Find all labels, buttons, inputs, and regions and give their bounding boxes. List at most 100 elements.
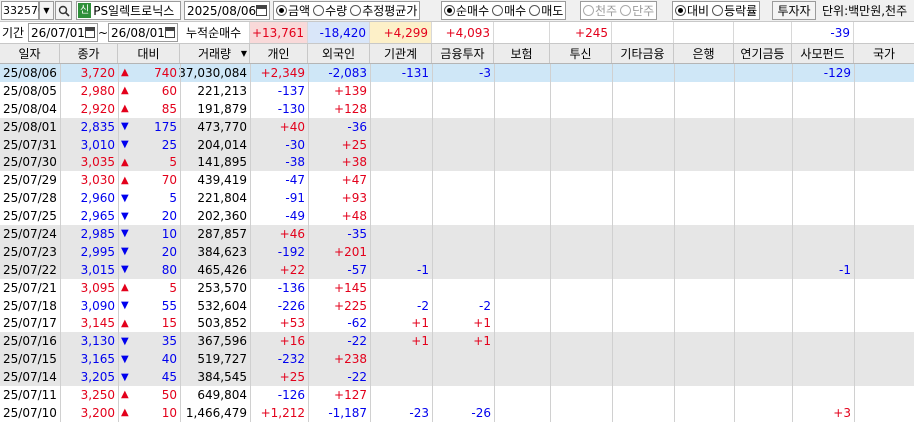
cell-private-fund (792, 118, 854, 136)
cell-private-fund: -129 (823, 65, 851, 80)
col-pension[interactable]: 연기금등 (734, 44, 792, 63)
table-row[interactable]: 25/07/28 2,960 ▼ 5 221,804 -91 +93 (0, 189, 914, 207)
table-row[interactable]: 25/07/15 3,165 ▼ 40 519,727 -232 +238 (0, 350, 914, 369)
radio-quantity[interactable]: 수량 (313, 2, 347, 19)
cell-diff: 10 (161, 405, 177, 420)
col-close[interactable]: 종가 (60, 44, 118, 63)
col-volume[interactable]: 거래량 ▼ (180, 44, 250, 63)
data-table-body: 25/08/06 3,720 ▲ 740 37,030,084 +2,349 -2,083-… (0, 64, 914, 422)
period-to-input[interactable]: 26/08/01 (108, 23, 178, 42)
col-date[interactable]: 일자 (0, 44, 60, 63)
radio-amount[interactable]: 금액 (276, 2, 310, 19)
table-row[interactable]: 25/08/01 2,835 ▼ 175 473,770 +40 -36 (0, 117, 914, 136)
cell-fin-invest (432, 207, 494, 225)
cell-institution (370, 279, 432, 297)
table-row[interactable]: 25/07/10 3,200 ▲ 10 1,466,479 +1,212 -1,187 -23… (0, 404, 914, 422)
period-separator: ~ (97, 25, 109, 40)
share-unit-radio-group: 천주 단주 (580, 1, 658, 20)
cell-individual: +22 (279, 262, 305, 277)
cell-diff: 20 (161, 209, 177, 224)
radio-single-shares[interactable]: 단주 (620, 2, 654, 19)
new-listing-badge: 신 (78, 3, 92, 18)
cell-date: 25/08/06 (3, 65, 57, 80)
cell-close: 3,720 (80, 65, 115, 80)
radio-estimated-avg[interactable]: 추정평균가 (350, 2, 417, 19)
cell-volume: 473,770 (197, 119, 247, 134)
table-row[interactable]: 25/08/04 2,920 ▲ 85 191,879 -130 +128 (0, 100, 914, 118)
cell-private-fund: +3 (833, 405, 851, 420)
cell-date: 25/07/18 (3, 298, 57, 313)
col-nation[interactable]: 국가 (854, 44, 914, 63)
radio-thousand-shares[interactable]: 천주 (583, 2, 617, 19)
period-from-input[interactable]: 26/07/01 (28, 23, 98, 42)
radio-change[interactable]: 대비 (675, 2, 709, 19)
investor-button[interactable]: 투자자 (772, 1, 816, 20)
table-row[interactable]: 25/07/18 3,090 ▼ 55 532,604 -226 +225 -2 -2 (0, 297, 914, 315)
table-row[interactable]: 25/07/31 3,010 ▼ 25 204,014 -30 +25 (0, 135, 914, 154)
cell-private-fund (792, 297, 854, 315)
cell-foreign: +201 (334, 244, 367, 259)
col-bank[interactable]: 은행 (674, 44, 734, 63)
cumulative-bank (674, 22, 734, 43)
date-value: 2025/08/06 (187, 3, 257, 18)
radio-change-rate[interactable]: 등락률 (712, 2, 757, 19)
table-row[interactable]: 25/07/11 3,250 ▲ 50 649,804 -126 +127 (0, 386, 914, 404)
cell-close: 2,920 (80, 101, 115, 116)
col-individual[interactable]: 개인 (250, 44, 308, 63)
cell-date: 25/07/11 (3, 387, 57, 402)
table-row[interactable]: 25/07/16 3,130 ▼ 35 367,596 +16 -22 +1 +1 (0, 332, 914, 351)
cell-volume: 221,804 (197, 191, 247, 206)
col-trust[interactable]: 투신 (550, 44, 612, 63)
cell-volume: 287,857 (197, 226, 247, 241)
stock-code-dropdown-button[interactable]: ▼ (39, 1, 54, 20)
cell-date: 25/07/14 (3, 370, 57, 385)
cell-individual: +46 (279, 226, 305, 241)
cell-fin-invest (432, 100, 494, 118)
table-row[interactable]: 25/07/23 2,995 ▼ 20 384,623 -192 +201 (0, 242, 914, 261)
cell-foreign: +225 (334, 298, 367, 313)
table-row[interactable]: 25/07/17 3,145 ▲ 15 503,852 +53 -62 +1 +1 (0, 314, 914, 332)
radio-checked-icon (276, 5, 287, 16)
cell-close: 2,980 (80, 83, 115, 98)
cell-fin-invest (432, 82, 494, 100)
table-row[interactable]: 25/07/29 3,030 ▲ 70 439,419 -47 +47 (0, 171, 914, 189)
date-input[interactable]: 2025/08/06 (184, 1, 270, 20)
col-change[interactable]: 대비 (118, 44, 180, 63)
cell-volume: 532,604 (197, 298, 247, 313)
table-row[interactable]: 25/07/21 3,095 ▲ 5 253,570 -136 +145 (0, 279, 914, 297)
stock-search-button[interactable] (55, 1, 72, 20)
cell-institution: -23 (409, 405, 429, 420)
col-other-finance[interactable]: 기타금융 (612, 44, 674, 63)
radio-buy[interactable]: 매수 (492, 2, 526, 19)
table-row[interactable]: 25/07/22 3,015 ▼ 80 465,426 +22 -57 -1 -1 (0, 260, 914, 279)
cumulative-insurance (494, 22, 550, 43)
cell-individual: +1,212 (260, 405, 305, 420)
cell-foreign: +127 (334, 387, 367, 402)
chevron-down-icon: ▼ (43, 6, 50, 15)
table-row[interactable]: 25/07/25 2,965 ▼ 20 202,360 -49 +48 (0, 207, 914, 225)
col-insurance[interactable]: 보험 (494, 44, 550, 63)
calendar-icon[interactable] (256, 5, 267, 16)
calendar-icon[interactable] (84, 27, 95, 38)
col-private-fund[interactable]: 사모펀드 (792, 44, 854, 63)
table-row[interactable]: 25/07/14 3,205 ▼ 45 384,545 +25 -22 (0, 368, 914, 387)
cell-diff: 40 (161, 352, 177, 367)
table-row[interactable]: 25/07/30 3,035 ▲ 5 141,895 -38 +38 (0, 153, 914, 172)
col-financial-invest[interactable]: 금융투자 (432, 44, 494, 63)
col-foreign[interactable]: 외국인 (308, 44, 370, 63)
cell-fin-invest (432, 118, 494, 136)
calendar-icon[interactable] (164, 27, 175, 38)
stock-name-field[interactable]: 신 PS일렉트로닉스 (76, 1, 181, 20)
table-row[interactable]: 25/08/06 3,720 ▲ 740 37,030,084 +2,349 -2,083-… (0, 64, 914, 82)
table-row[interactable]: 25/07/24 2,985 ▼ 10 287,857 +46 -35 (0, 225, 914, 243)
col-institution[interactable]: 기관계 (370, 44, 432, 63)
stock-code-input[interactable]: 332570 (1, 1, 45, 20)
cell-institution (370, 350, 432, 368)
cell-foreign: +145 (334, 280, 367, 295)
radio-sell[interactable]: 매도 (529, 2, 563, 19)
cell-private-fund (792, 153, 854, 171)
radio-net-buy[interactable]: 순매수 (444, 2, 489, 19)
sort-down-icon[interactable]: ▼ (241, 49, 247, 58)
table-row[interactable]: 25/08/05 2,980 ▲ 60 221,213 -137 +139 (0, 82, 914, 100)
cell-close: 3,035 (80, 155, 115, 170)
